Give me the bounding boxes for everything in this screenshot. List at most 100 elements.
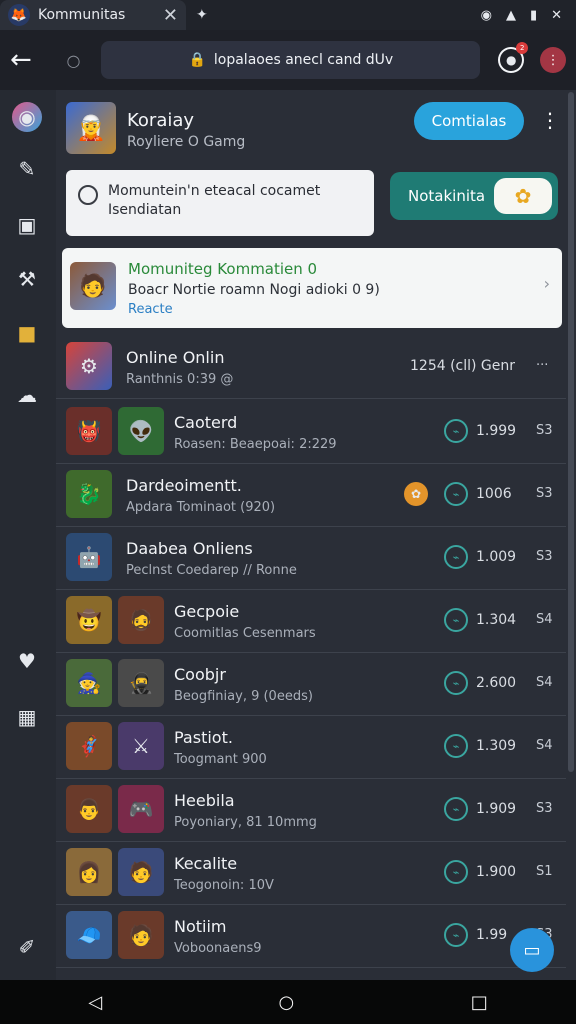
tools-icon[interactable]: ⚒ [12, 264, 42, 294]
row-value: 1.900 [476, 864, 517, 880]
online-value: 1254 (cll) Genr [410, 358, 516, 374]
gallery-icon[interactable]: ▦ [12, 702, 42, 732]
game-thumb: 🤖 [66, 533, 112, 581]
game-thumb: 👨 [66, 785, 112, 833]
online-title: Online Onlin [126, 348, 225, 367]
row-rank: S4 [536, 612, 553, 627]
row-sub: Voboonaens9 [174, 941, 262, 956]
user-avatar: 🧑 [118, 848, 164, 896]
row-value: 1.009 [476, 549, 517, 565]
row-rank: S4 [536, 675, 553, 690]
coin-icon: ✿ [404, 482, 428, 506]
address-bar-row: ← ○ 🔒 lopalaoes anecl cand dUv ● 2 ⋮ [0, 30, 576, 90]
back-arrow-icon[interactable]: ← [10, 45, 46, 75]
edit-icon[interactable]: ✐ [12, 932, 42, 962]
browser-menu-icon[interactable]: ⋮ [540, 47, 566, 73]
row-name: Caoterd [174, 413, 238, 432]
status-icon: ⌁ [444, 419, 468, 443]
community-panel: 🧝 Koraiay Royliere O Gamg Comtialas ⋮ Mo… [56, 90, 566, 980]
search-icon[interactable]: ○ [46, 51, 102, 70]
active-tab[interactable]: 🦊 Kommunitas ✕ [0, 0, 186, 30]
community-avatar[interactable]: 🧝 [66, 102, 116, 154]
chevron-right-icon[interactable]: › [544, 274, 550, 293]
notifications-icon[interactable]: ● 2 [498, 42, 529, 73]
row-sub: Toogmant 900 [174, 752, 267, 767]
featured-title: Momuniteg Kommatien 0 [128, 260, 318, 278]
game-thumb: 🤠 [66, 596, 112, 644]
featured-item[interactable]: 🧑 Momuniteg Kommatien 0 Boacr Nortie roa… [62, 248, 562, 328]
heart-icon[interactable]: ♥ [12, 646, 42, 676]
row-rank: S3 [536, 549, 553, 564]
row-sub: Poyoniary, 81 10mmg [174, 815, 317, 830]
new-tab-button[interactable]: ✦ [196, 7, 208, 23]
online-sub: Ranthnis 0:39 @ [126, 372, 234, 387]
signal-icon: ▲ [505, 7, 516, 23]
url-text: lopalaoes anecl cand dUv [213, 52, 394, 68]
row-rank: S1 [536, 864, 553, 879]
app-logo-icon[interactable]: ◉ [12, 102, 42, 132]
status-icon: ⌁ [444, 671, 468, 695]
user-avatar: 🎮 [118, 785, 164, 833]
close-window-icon[interactable]: ✕ [551, 8, 562, 23]
row-name: Pastiot. [174, 728, 233, 747]
featured-link[interactable]: Reacte [128, 302, 173, 317]
row-sub: Teogonoin: 10V [174, 878, 274, 893]
join-button[interactable]: Comtialas [414, 102, 524, 140]
save-icon[interactable]: ▣ [12, 210, 42, 240]
user-avatar: 🧑 [118, 911, 164, 959]
row-rank: S3 [536, 801, 553, 816]
notification-toggle[interactable]: Notakinita ✿ [390, 172, 558, 220]
scrollbar[interactable] [566, 90, 576, 980]
notification-badge: 2 [516, 42, 529, 54]
nav-home-icon[interactable]: ○ [279, 992, 295, 1013]
row-sub: Apdara Tominaot (920) [126, 500, 276, 515]
list-item[interactable]: 🧢 🧑 Notiim Voboonaens9 ⌁ 1.99 S3 [56, 905, 566, 968]
list-item[interactable]: 👹 👽 Caoterd Roasen: Beaepoai: 2:229 ⌁ 1.… [56, 401, 566, 464]
game-thumb: 🧢 [66, 911, 112, 959]
community-name: Koraiay [127, 110, 195, 131]
row-value: 1006 [476, 486, 512, 502]
user-avatar: 🥷 [118, 659, 164, 707]
rocket-icon[interactable]: ✎ [12, 154, 42, 184]
more-icon[interactable]: ··· [536, 358, 548, 373]
chat-fab-button[interactable]: ▭ [510, 928, 554, 972]
url-field[interactable]: 🔒 lopalaoes anecl cand dUv [101, 41, 481, 79]
alert-icon[interactable]: ☁ [12, 380, 42, 410]
row-name: Gecpoie [174, 602, 240, 621]
tab-title: Kommunitas [38, 7, 126, 23]
nav-recents-icon[interactable]: □ [471, 992, 488, 1013]
row-sub: Beogfiniay, 9 (0eeds) [174, 689, 313, 704]
row-value: 1.309 [476, 738, 517, 754]
radio-icon[interactable] [78, 185, 98, 205]
list-item[interactable]: 👨 🎮 Heebila Poyoniary, 81 10mmg ⌁ 1.909 … [56, 779, 566, 842]
battery-icon: ▮ [529, 7, 538, 23]
puzzle-icon[interactable]: ✿ [494, 178, 552, 214]
list-item[interactable]: 🐉 Dardeoimentt. Apdara Tominaot (920) ✿ … [56, 464, 566, 527]
browser-tabbar: 🦊 Kommunitas ✕ ✦ ◉ ▲ ▮ ✕ [0, 0, 576, 30]
row-name: Dardeoimentt. [126, 476, 242, 495]
list-item[interactable]: 👩 🧑 Kecalite Teogonoin: 10V ⌁ 1.900 S1 [56, 842, 566, 905]
list-item[interactable]: 🧙 🥷 Coobjr Beogfiniay, 9 (0eeds) ⌁ 2.600… [56, 653, 566, 716]
site-favicon-icon: 🦊 [8, 4, 30, 26]
featured-subtitle: Boacr Nortie roamn Nogi adioki 0 9) [128, 282, 380, 298]
row-name: Notiim [174, 917, 227, 936]
list-item[interactable]: 🤠 🧔 Gecpoie Coomitlas Cesenmars ⌁ 1.304 … [56, 590, 566, 653]
input-line-1: Momuntein'n eteacal cocamet [108, 183, 321, 199]
scrollbar-thumb[interactable] [568, 92, 574, 772]
online-row[interactable]: ⚙ Online Onlin Ranthnis 0:39 @ 1254 (cll… [56, 336, 566, 399]
game-thumb: 🦸 [66, 722, 112, 770]
nav-back-icon[interactable]: ◁ [88, 992, 102, 1013]
row-value: 1.909 [476, 801, 517, 817]
row-name: Daabea Onliens [126, 539, 253, 558]
row-rank: S3 [536, 486, 553, 501]
row-sub: Coomitlas Cesenmars [174, 626, 316, 641]
close-tab-icon[interactable]: ✕ [163, 5, 178, 26]
list-item[interactable]: 🤖 Daabea Onliens Peclnst Coedarep // Ron… [56, 527, 566, 590]
list-item[interactable]: 🦸 ⚔ Pastiot. Toogmant 900 ⌁ 1.309 S4 [56, 716, 566, 779]
status-icon: ⌁ [444, 608, 468, 632]
more-options-icon[interactable]: ⋮ [540, 108, 560, 132]
community-header: 🧝 Koraiay Royliere O Gamg Comtialas ⋮ [64, 100, 564, 160]
row-value: 2.600 [476, 675, 517, 691]
post-input[interactable]: Momuntein'n eteacal cocamet Isendiatan [66, 170, 374, 236]
folder-icon[interactable]: ■ [12, 318, 42, 348]
